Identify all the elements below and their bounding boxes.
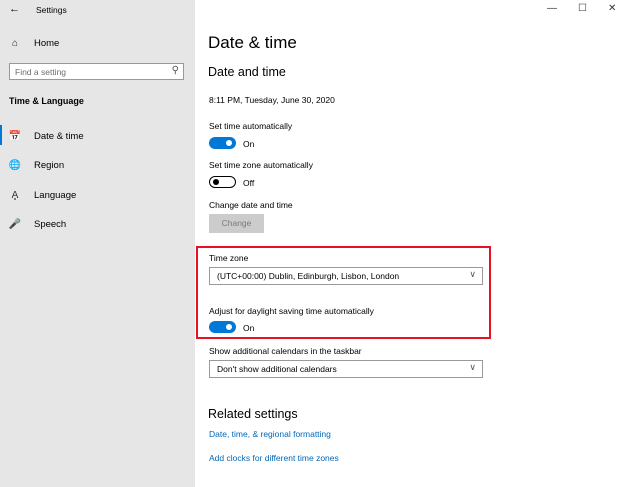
search-icon[interactable]: ⚲: [172, 65, 179, 76]
maximize-button[interactable]: ☐: [578, 3, 587, 14]
search-input[interactable]: Find a setting ⚲: [9, 63, 184, 80]
minimize-button[interactable]: —: [547, 3, 557, 14]
sidebar-item-label: Language: [34, 189, 77, 201]
sidebar-item-label: Speech: [34, 218, 67, 230]
change-datetime-label: Change date and time: [209, 200, 293, 210]
time-zone-value: (UTC+00:00) Dublin, Edinburgh, Lisbon, L…: [217, 271, 400, 281]
set-time-auto-toggle[interactable]: [209, 137, 236, 149]
section-title: Date and time: [208, 65, 286, 79]
toggle-knob: [226, 324, 232, 330]
app-title: Settings: [36, 5, 67, 15]
related-settings-title: Related settings: [208, 407, 298, 421]
time-zone-label: Time zone: [209, 253, 249, 263]
language-icon: Ḁ: [11, 189, 19, 201]
sidebar-item-label: Date & time: [34, 130, 84, 142]
home-icon: ⌂: [11, 37, 19, 49]
toggle-state: On: [243, 139, 255, 149]
chevron-down-icon: ∨: [469, 362, 476, 372]
sidebar-item-home[interactable]: ⌂ Home: [0, 33, 195, 53]
sidebar-item-speech[interactable]: 🎤 Speech: [0, 214, 195, 234]
current-datetime: 8:11 PM, Tuesday, June 30, 2020: [209, 95, 335, 105]
sidebar-item-date-time[interactable]: 📅 Date & time: [0, 125, 195, 146]
search-placeholder: Find a setting: [15, 67, 67, 77]
close-button[interactable]: ✕: [608, 3, 616, 14]
sidebar-item-region[interactable]: 🌐 Region: [0, 155, 195, 175]
set-time-auto-label: Set time automatically: [209, 121, 293, 131]
selection-indicator: [0, 125, 2, 145]
calendars-dropdown[interactable]: Don't show additional calendars ∨: [209, 360, 483, 378]
main-content: — ☐ ✕ Date & time Date and time 8:11 PM,…: [195, 0, 624, 487]
dst-label: Adjust for daylight saving time automati…: [209, 306, 374, 316]
set-tz-auto-label: Set time zone automatically: [209, 160, 313, 170]
set-tz-auto-toggle[interactable]: [209, 176, 236, 188]
microphone-icon: 🎤: [8, 218, 22, 230]
add-clocks-link[interactable]: Add clocks for different time zones: [209, 453, 339, 463]
sidebar-item-label: Region: [34, 159, 65, 171]
sidebar-item-language[interactable]: Ḁ Language: [0, 185, 195, 205]
calendar-clock-icon: 📅: [8, 130, 22, 142]
chevron-down-icon: ∨: [469, 269, 476, 279]
section-heading: Time & Language: [9, 96, 84, 106]
dst-toggle[interactable]: [209, 321, 236, 333]
calendars-value: Don't show additional calendars: [217, 364, 337, 374]
back-button[interactable]: ←: [9, 3, 20, 15]
home-label: Home: [34, 37, 60, 49]
change-button[interactable]: Change: [209, 214, 264, 233]
regional-formatting-link[interactable]: Date, time, & regional formatting: [209, 429, 331, 439]
sidebar: ← Settings ⌂ Home Find a setting ⚲ Time …: [0, 0, 195, 487]
toggle-state: On: [243, 323, 255, 333]
toggle-state: Off: [243, 178, 255, 188]
toggle-knob: [213, 179, 219, 185]
globe-icon: 🌐: [8, 159, 22, 171]
toggle-knob: [226, 140, 232, 146]
calendars-label: Show additional calendars in the taskbar: [209, 346, 362, 356]
time-zone-dropdown[interactable]: (UTC+00:00) Dublin, Edinburgh, Lisbon, L…: [209, 267, 483, 285]
page-title: Date & time: [208, 33, 297, 52]
